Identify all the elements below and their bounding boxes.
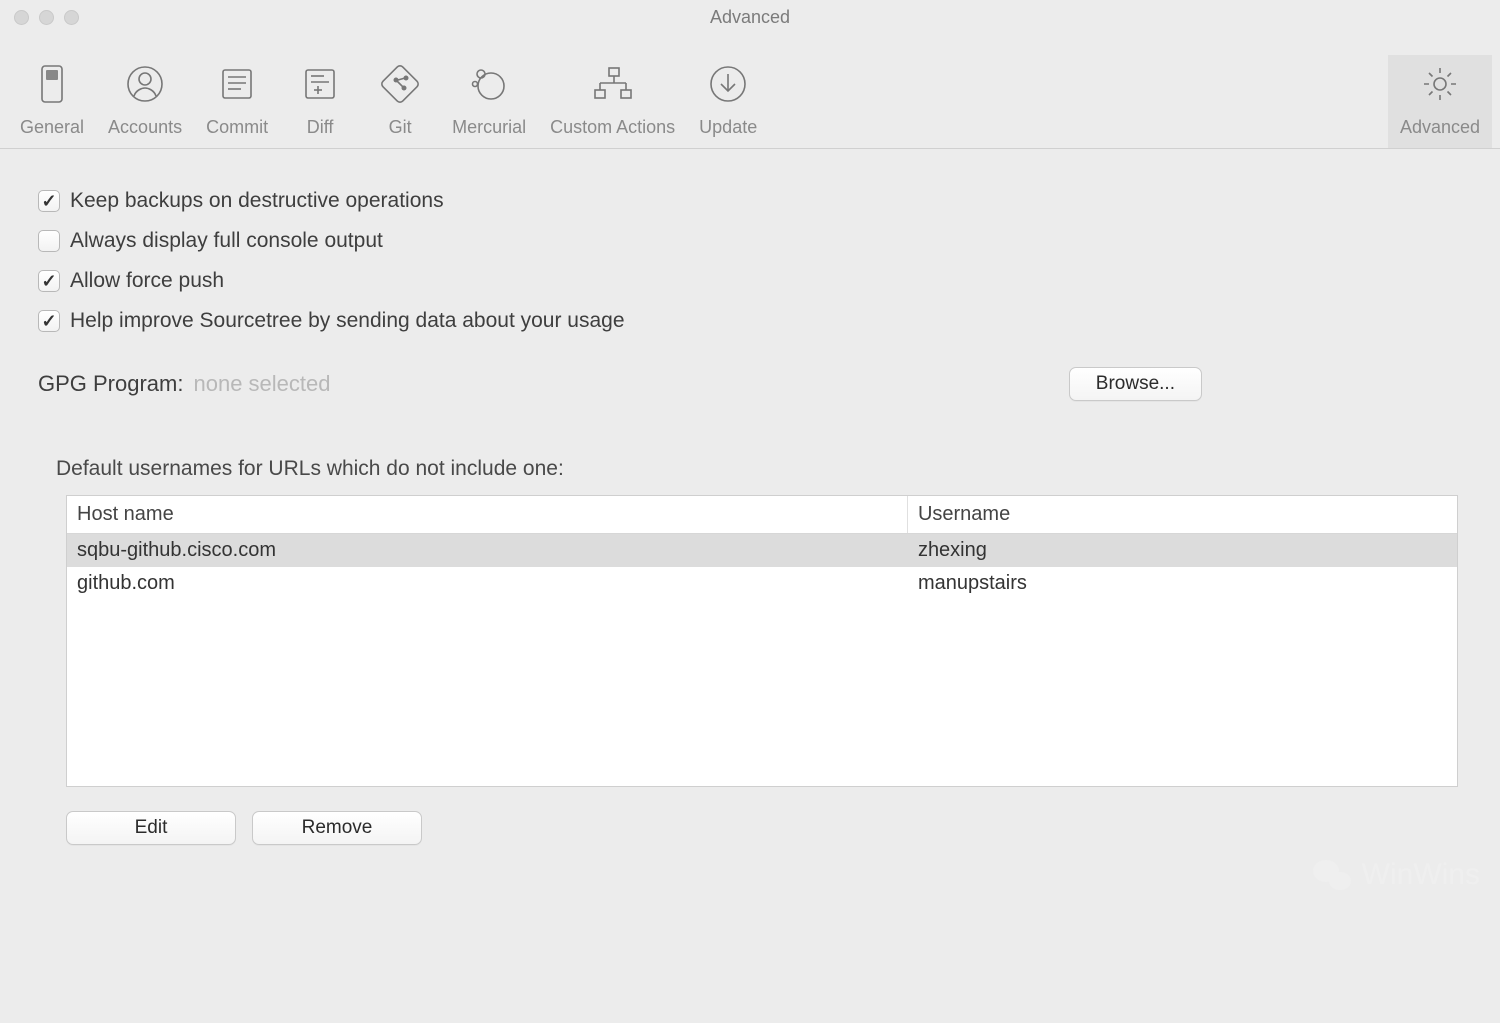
checkbox-label: Help improve Sourcetree by sending data … [70,309,625,333]
cell-host: github.com [67,567,908,600]
table-row[interactable]: github.com manupstairs [67,567,1457,600]
zoom-window-button[interactable] [64,10,79,25]
column-header-host[interactable]: Host name [67,496,908,533]
gpg-value: none selected [193,371,1068,397]
tab-label: General [20,117,84,138]
column-header-username[interactable]: Username [908,496,1457,533]
tab-label: Update [699,117,757,138]
tab-label: Custom Actions [550,117,675,138]
tab-diff[interactable]: Diff [280,55,360,148]
gpg-program-row: GPG Program: none selected Browse... [38,367,1462,401]
git-icon [380,63,420,105]
tab-git[interactable]: Git [360,55,440,148]
tab-label: Git [389,117,412,138]
tab-accounts[interactable]: Accounts [96,55,194,148]
option-keep-backups[interactable]: Keep backups on destructive operations [38,189,1462,213]
diff-icon [302,63,338,105]
default-usernames-label: Default usernames for URLs which do not … [56,457,1462,481]
default-usernames-table[interactable]: Host name Username sqbu-github.cisco.com… [66,495,1458,787]
tab-label: Commit [206,117,268,138]
option-full-console[interactable]: Always display full console output [38,229,1462,253]
window-controls [14,10,79,25]
browse-button[interactable]: Browse... [1069,367,1202,401]
table-actions: Edit Remove [66,811,1462,845]
watermark: WinWins [1312,857,1480,893]
tab-advanced[interactable]: Advanced [1388,55,1492,148]
preferences-toolbar: General Accounts Commit Diff Git [0,34,1500,149]
checkbox[interactable] [38,310,60,332]
commit-icon [219,63,255,105]
watermark-text: WinWins [1362,858,1480,892]
advanced-pane: Keep backups on destructive operations A… [0,149,1500,875]
close-window-button[interactable] [14,10,29,25]
wechat-icon [1312,857,1352,893]
table-row[interactable]: sqbu-github.cisco.com zhexing [67,534,1457,567]
checkbox[interactable] [38,270,60,292]
tab-custom-actions[interactable]: Custom Actions [538,55,687,148]
remove-button[interactable]: Remove [252,811,422,845]
checkbox-label: Always display full console output [70,229,383,253]
tab-update[interactable]: Update [687,55,769,148]
update-icon [708,63,748,105]
cell-host: sqbu-github.cisco.com [67,534,908,567]
tab-label: Advanced [1400,117,1480,138]
checkbox[interactable] [38,190,60,212]
option-help-improve[interactable]: Help improve Sourcetree by sending data … [38,309,1462,333]
cell-user: manupstairs [908,567,1457,600]
general-icon [36,63,68,105]
table-body: sqbu-github.cisco.com zhexing github.com… [67,534,1457,600]
checkbox-label: Keep backups on destructive operations [70,189,444,213]
titlebar: Advanced [0,0,1500,34]
cell-user: zhexing [908,534,1457,567]
table-header: Host name Username [67,496,1457,534]
checkbox-label: Allow force push [70,269,224,293]
window-title: Advanced [0,7,1500,28]
tab-label: Diff [307,117,334,138]
edit-button[interactable]: Edit [66,811,236,845]
custom-actions-icon [591,63,635,105]
option-allow-force-push[interactable]: Allow force push [38,269,1462,293]
gear-icon [1420,63,1460,105]
tab-commit[interactable]: Commit [194,55,280,148]
minimize-window-button[interactable] [39,10,54,25]
accounts-icon [125,63,165,105]
tab-label: Mercurial [452,117,526,138]
tab-mercurial[interactable]: Mercurial [440,55,538,148]
checkbox[interactable] [38,230,60,252]
tab-label: Accounts [108,117,182,138]
tab-general[interactable]: General [8,55,96,148]
gpg-label: GPG Program: [38,371,183,397]
mercurial-icon [469,63,509,105]
